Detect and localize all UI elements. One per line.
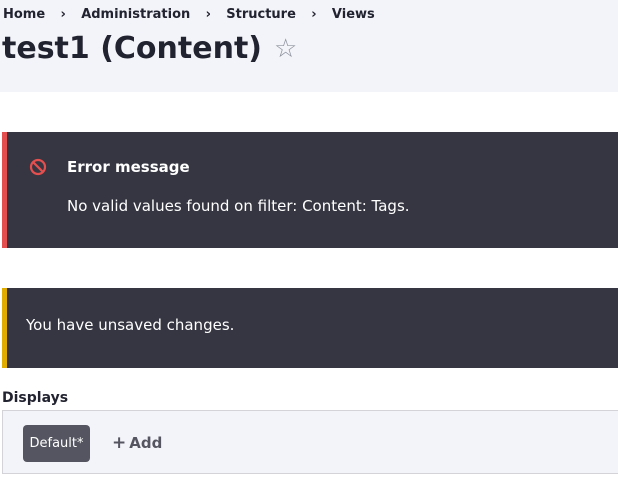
page-title: test1 (Content) [2,31,262,66]
add-display-label: Add [129,434,163,452]
breadcrumb: Home › Administration › Structure › View… [3,7,375,22]
breadcrumb-separator-icon: › [205,7,211,22]
title-row: test1 (Content) ☆ [2,30,297,68]
error-circle-slash-icon [29,158,47,176]
error-message: Error message No valid values found on f… [2,132,618,248]
breadcrumb-views[interactable]: Views [332,7,375,22]
error-message-title: Error message [67,158,190,176]
page-header: Home › Administration › Structure › View… [0,0,618,92]
star-outline-icon[interactable]: ☆ [274,30,297,68]
displays-label: Displays [2,390,69,406]
display-tab-default[interactable]: Default* [23,425,90,462]
warning-message-text: You have unsaved changes. [26,316,235,334]
breadcrumb-home[interactable]: Home [3,7,45,22]
breadcrumb-structure[interactable]: Structure [226,7,296,22]
plus-icon: + [112,432,127,453]
breadcrumb-separator-icon: › [311,7,317,22]
breadcrumb-administration[interactable]: Administration [81,7,190,22]
displays-tab-bar: Default* + Add [2,410,618,474]
add-display-button[interactable]: + Add [112,434,162,452]
breadcrumb-separator-icon: › [60,7,66,22]
page: Home › Administration › Structure › View… [0,0,618,477]
error-message-text: No valid values found on filter: Content… [67,197,410,215]
warning-message: You have unsaved changes. [2,288,618,368]
